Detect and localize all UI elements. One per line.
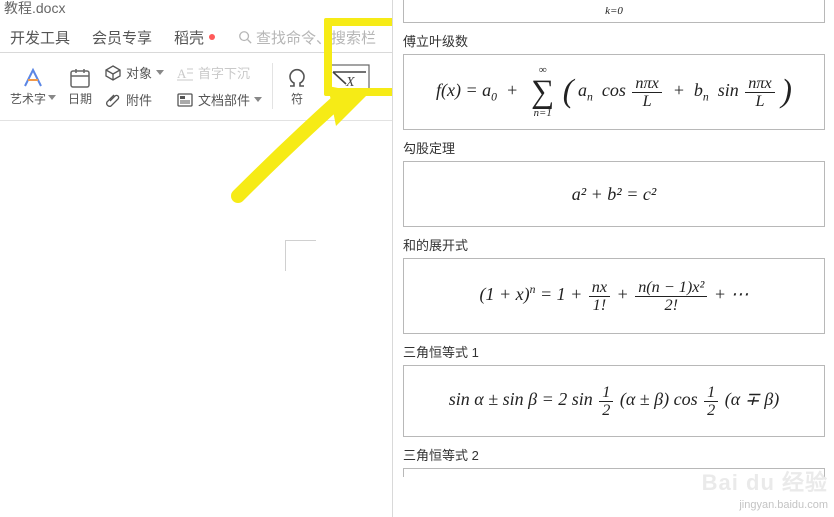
eq-text: k=0 xyxy=(605,5,623,17)
eq-label-trig2: 三角恒等式 2 xyxy=(403,445,825,464)
eq-body: (1 + x)n = 1 + nx1! + n(n − 1)x²2! + ⋯ xyxy=(480,279,749,312)
object-label: 对象 xyxy=(126,63,152,82)
wordart-label: 艺术字 xyxy=(10,90,46,107)
equation-item-trig1[interactable]: sin α ± sin β = 2 sin 12 (α ± β) cos 12 … xyxy=(403,365,825,437)
page-corner xyxy=(285,240,316,271)
eq-label-binom: 和的展开式 xyxy=(403,235,825,254)
wordart-icon xyxy=(21,66,45,90)
eq-body: a² + b² = c² xyxy=(572,184,656,205)
svg-text:X: X xyxy=(345,75,355,90)
eq-body: sin α ± sin β = 2 sin 12 (α ± β) cos 12 … xyxy=(449,384,779,417)
eq-label-fourier: 傅立叶级数 xyxy=(403,31,825,50)
symbol-label: 符 xyxy=(291,90,303,107)
chevron-down-icon xyxy=(48,95,56,101)
eq-label-trig1: 三角恒等式 1 xyxy=(403,342,825,361)
equation-item-trig2[interactable] xyxy=(403,468,825,477)
equation-item-fourier[interactable]: f(x) = a0 + ∞ ∑ n=1 ( an cos nπxL + bn s… xyxy=(403,54,825,130)
equation-panel: k=0 傅立叶级数 f(x) = a0 + ∞ ∑ n=1 ( an cos n… xyxy=(392,0,834,517)
eq-body: f(x) = a0 + ∞ ∑ n=1 ( an cos nπxL + bn s… xyxy=(436,65,792,119)
paperclip-icon xyxy=(104,91,122,109)
tab-vip[interactable]: 会员专享 xyxy=(92,27,152,48)
docparts-label: 文档部件 xyxy=(198,90,250,109)
tab-dev-tools[interactable]: 开发工具 xyxy=(10,27,70,48)
tool-equation[interactable]: X 公式 xyxy=(317,52,379,120)
tool-date[interactable]: 日期 xyxy=(62,52,98,120)
equation-item-binom[interactable]: (1 + x)n = 1 + nx1! + n(n − 1)x²2! + ⋯ xyxy=(403,258,825,334)
equation-item[interactable]: k=0 xyxy=(403,0,825,23)
tab-daoke-label: 稻壳 xyxy=(174,27,204,48)
attachment-label: 附件 xyxy=(126,90,152,109)
separator xyxy=(272,63,273,109)
tool-docparts[interactable]: 文档部件 xyxy=(176,90,262,109)
chevron-down-icon xyxy=(156,70,164,76)
daoke-new-icon xyxy=(208,33,216,41)
docparts-icon xyxy=(176,91,194,109)
tool-object[interactable]: 对象 xyxy=(104,63,164,82)
omega-icon xyxy=(285,66,309,90)
dropcap-icon: A xyxy=(176,64,194,82)
tool-symbol[interactable]: 符 xyxy=(277,52,317,120)
equation-icon: X xyxy=(326,64,370,92)
tool-wordart[interactable]: 艺术字 xyxy=(4,52,62,120)
eq-label-pyth: 勾股定理 xyxy=(403,138,825,157)
ribbon-toolbar: 艺术字 日期 xyxy=(0,52,392,121)
chevron-down-icon xyxy=(254,97,262,103)
search-placeholder: 查找命令、搜索栏 xyxy=(256,27,376,48)
calendar-icon xyxy=(68,66,92,90)
search-icon xyxy=(238,30,252,44)
svg-text:A: A xyxy=(177,66,187,81)
object-icon xyxy=(104,64,122,82)
filename: 教程.docx xyxy=(0,0,392,8)
date-label: 日期 xyxy=(68,90,92,107)
tool-dropcap: A 首字下沉 xyxy=(176,63,250,82)
dropcap-label: 首字下沉 xyxy=(198,63,250,82)
search-box[interactable]: 查找命令、搜索栏 xyxy=(238,27,376,48)
equation-item-pyth[interactable]: a² + b² = c² xyxy=(403,161,825,227)
tab-daoke[interactable]: 稻壳 xyxy=(174,27,216,48)
tool-attachment[interactable]: 附件 xyxy=(104,90,152,109)
